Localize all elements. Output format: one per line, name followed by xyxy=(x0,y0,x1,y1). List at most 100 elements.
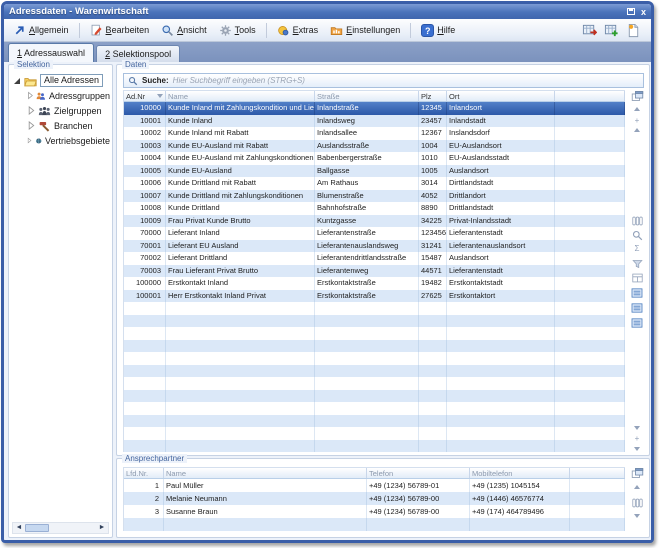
cell xyxy=(166,327,315,340)
collapsed-arrow-icon[interactable] xyxy=(27,136,32,145)
empty-row xyxy=(124,518,625,531)
column-header[interactable]: Ort xyxy=(447,91,555,101)
column-header[interactable]: Name xyxy=(164,468,367,478)
address-row[interactable]: 10004Kunde EU-Ausland mit Zahlungskondti… xyxy=(124,152,625,165)
address-row[interactable]: 10009Frau Privat Kunde BruttoKuntzgasse3… xyxy=(124,215,625,228)
restore-button[interactable] xyxy=(627,7,635,17)
cell: Frau Privat Kunde Brutto xyxy=(166,215,315,228)
sum-icon[interactable]: Σ xyxy=(630,245,644,253)
search-input[interactable]: Suche: Hier Suchbegriff eingeben (STRG+S… xyxy=(123,73,644,88)
tree-item-vertriebsgebiete[interactable]: Vertriebsgebiete xyxy=(27,133,110,148)
empty-row xyxy=(124,390,625,403)
cell: Kunde Inland mit Rabatt xyxy=(166,127,315,140)
scroll-down-icon[interactable] xyxy=(630,426,644,430)
cell xyxy=(555,152,625,165)
open-window-icon[interactable] xyxy=(630,90,644,102)
cell xyxy=(570,492,625,505)
list-view-icon[interactable] xyxy=(630,303,644,313)
contact-row[interactable]: 2Melanie Neumann+49 (1234) 56789-00+49 (… xyxy=(124,492,625,505)
scroll-left-icon[interactable]: ◄ xyxy=(13,523,25,533)
close-button[interactable]: x xyxy=(641,7,646,17)
collapsed-arrow-icon[interactable] xyxy=(27,91,33,100)
search-icon[interactable] xyxy=(630,230,644,241)
tab-strip: 1 Adressauswahl 2 Selektionspool xyxy=(4,42,651,62)
address-row[interactable]: 70001Lieferant EU AuslandLieferantenausl… xyxy=(124,240,625,253)
open-window-icon[interactable] xyxy=(630,467,644,479)
scroll-plus-icon[interactable]: + xyxy=(630,435,644,442)
menu-item-allgemein[interactable]: Allgemein xyxy=(8,22,74,39)
sort-filter-icon[interactable] xyxy=(157,94,163,98)
address-row[interactable]: 70003Frau Lieferant Privat BruttoLiefera… xyxy=(124,265,625,278)
address-row[interactable]: 10002Kunde Inland mit RabattInlandsallee… xyxy=(124,127,625,140)
address-row[interactable]: 10000Kunde Inland mit Zahlungskondition … xyxy=(124,102,625,115)
address-row[interactable]: 10008Kunde DrittlandBahnhofstraße8890Dri… xyxy=(124,202,625,215)
open-folder-icon xyxy=(24,75,37,87)
filter-icon[interactable] xyxy=(630,259,644,269)
help-icon: ? xyxy=(421,24,434,37)
empty-row xyxy=(124,440,625,453)
menu-item-hilfe[interactable]: ? Hilfe xyxy=(416,22,460,39)
column-header[interactable] xyxy=(570,468,625,478)
collapsed-arrow-icon[interactable] xyxy=(27,121,35,130)
column-header[interactable]: Mobiltelefon xyxy=(470,468,570,478)
list-view-icon[interactable] xyxy=(630,318,644,328)
column-header[interactable]: Name xyxy=(166,91,315,101)
cell xyxy=(447,315,555,328)
cell xyxy=(164,518,367,531)
column-chooser-icon[interactable] xyxy=(630,216,644,226)
column-chooser-icon[interactable] xyxy=(630,498,644,508)
menu-item-einstellungen[interactable]: Einstellungen xyxy=(325,22,405,39)
address-row[interactable]: 10001Kunde InlandInlandsweg23457Inlandst… xyxy=(124,115,625,128)
import-table-icon[interactable] xyxy=(604,23,619,38)
scroll-plus-icon[interactable]: + xyxy=(630,117,644,124)
cell xyxy=(555,402,625,415)
cell: 27625 xyxy=(419,290,447,303)
menu-item-bearbeiten[interactable]: Bearbeiten xyxy=(85,22,155,39)
export-table-icon[interactable] xyxy=(582,23,597,38)
tree-item-zielgruppen[interactable]: Zielgruppen xyxy=(27,103,110,118)
cell xyxy=(570,479,625,492)
cell xyxy=(124,518,164,531)
address-row[interactable]: 10003Kunde EU-Ausland mit RabattAuslands… xyxy=(124,140,625,153)
address-row[interactable]: 70000Lieferant InlandLieferantenstraße12… xyxy=(124,227,625,240)
new-document-icon[interactable] xyxy=(626,23,641,38)
column-header[interactable] xyxy=(555,91,625,101)
address-row[interactable]: 100001Herr Erstkontakt Inland PrivatErst… xyxy=(124,290,625,303)
menu-item-extras[interactable]: Extras xyxy=(272,22,324,39)
column-header[interactable]: Straße xyxy=(315,91,419,101)
contact-row[interactable]: 1Paul Müller+49 (1234) 56789-01+49 (1235… xyxy=(124,479,625,492)
collapsed-arrow-icon[interactable] xyxy=(27,106,35,115)
column-header[interactable]: Telefon xyxy=(367,468,470,478)
cell xyxy=(419,390,447,403)
tree-item-branchen[interactable]: Branchen xyxy=(27,118,110,133)
tree-root-alle-adressen[interactable]: Alle Adressen xyxy=(13,73,110,88)
cell: +49 (1234) 56789-00 xyxy=(367,505,470,518)
contact-row[interactable]: 3Susanne Braun+49 (1234) 56789-00+49 (17… xyxy=(124,505,625,518)
address-row[interactable]: 10007Kunde Drittland mit Zahlungskonditi… xyxy=(124,190,625,203)
tree-item-adressgruppen[interactable]: Adressgruppen xyxy=(27,88,110,103)
scrollbar-thumb[interactable] xyxy=(25,524,49,532)
column-header[interactable]: Plz xyxy=(419,91,447,101)
address-row[interactable]: 10006Kunde Drittland mit RabattAm Rathau… xyxy=(124,177,625,190)
scroll-down-icon[interactable] xyxy=(630,514,644,518)
expanded-arrow-icon[interactable] xyxy=(13,77,21,85)
cell: Kunde EU-Ausland mit Rabatt xyxy=(166,140,315,153)
horizontal-scrollbar[interactable]: ◄ ► xyxy=(12,522,109,534)
scroll-up-icon[interactable] xyxy=(630,485,644,489)
list-view-icon[interactable] xyxy=(630,288,644,298)
address-row[interactable]: 70002Lieferant DrittlandLieferantendritt… xyxy=(124,252,625,265)
cell: Lieferantenauslandsort xyxy=(447,240,555,253)
menu-item-tools[interactable]: Tools xyxy=(214,22,261,39)
address-row[interactable]: 100000Erstkontakt InlandErstkontaktstraß… xyxy=(124,277,625,290)
cell: 19482 xyxy=(419,277,447,290)
scroll-top-icon[interactable] xyxy=(630,107,644,111)
scroll-right-icon[interactable]: ► xyxy=(96,523,108,533)
menu-item-ansicht[interactable]: Ansicht xyxy=(156,22,212,39)
layout-icon[interactable] xyxy=(630,273,644,283)
column-header[interactable]: Ad.Nr xyxy=(124,91,166,101)
scroll-up-icon[interactable] xyxy=(630,128,644,132)
cell: +49 (174) 464789496 xyxy=(470,505,570,518)
column-header[interactable]: Lfd.Nr. xyxy=(124,468,164,478)
scroll-bottom-icon[interactable] xyxy=(630,447,644,451)
address-row[interactable]: 10005Kunde EU-AuslandBallgasse1005Auslan… xyxy=(124,165,625,178)
